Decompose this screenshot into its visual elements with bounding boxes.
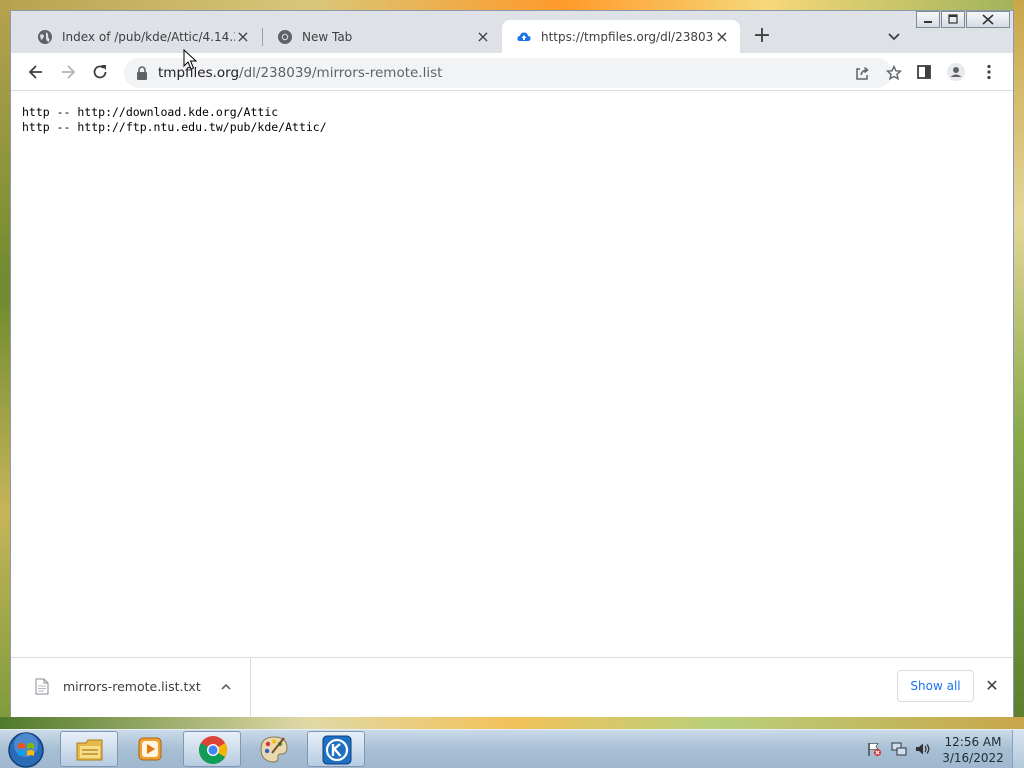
share-icon[interactable] [854, 65, 870, 81]
page-content: http -- http://download.kde.org/Attic ht… [11, 92, 1013, 658]
show-all-button[interactable]: Show all [897, 670, 974, 702]
window-controls [916, 11, 1011, 28]
taskbar-media-player-button[interactable] [121, 731, 179, 767]
chevron-down-icon[interactable] [885, 28, 903, 46]
desktop-wallpaper-right [1013, 0, 1024, 730]
network-icon[interactable] [891, 741, 907, 757]
browser-window: Index of /pub/kde/Attic/4.14.3/src × New… [10, 10, 1014, 717]
text-file-icon [35, 678, 49, 695]
download-shelf: mirrors-remote.list.txt Show all ✕ [11, 657, 1013, 717]
chrome-icon [199, 736, 227, 764]
url-text: tmpfiles.org/dl/238039/mirrors-remote.li… [158, 65, 442, 81]
clock-date: 3/16/2022 [942, 751, 1004, 765]
folder-icon [76, 739, 103, 761]
side-panel-icon[interactable] [914, 62, 934, 82]
globe-icon [38, 29, 52, 44]
desktop-wallpaper-left [0, 0, 10, 730]
volume-speaker-icon[interactable] [915, 741, 931, 757]
profile-avatar-icon[interactable] [946, 62, 966, 82]
tab-kde-index[interactable]: Index of /pub/kde/Attic/4.14.3/src × [23, 20, 261, 53]
url-path: /dl/238039/mirrors-remote.list [239, 65, 443, 81]
chrome-icon [278, 29, 292, 44]
windows-start-orb-icon[interactable] [6, 731, 46, 768]
flag-notification-icon[interactable] [866, 741, 882, 757]
close-icon[interactable]: ✕ [984, 678, 1000, 694]
back-arrow-icon[interactable] [26, 62, 46, 82]
media-player-icon [138, 737, 162, 761]
tab-title: https://tmpfiles.org/dl/238039/mirrors-r… [541, 29, 714, 44]
lock-icon[interactable] [136, 66, 148, 80]
taskbar-kde-button[interactable] [307, 731, 365, 767]
windows-taskbar: 12:56 AM 3/16/2022 [0, 729, 1024, 768]
text-line: http -- http://ftp.ntu.edu.tw/pub/kde/At… [22, 120, 327, 134]
taskbar-explorer-button[interactable] [60, 731, 118, 767]
tab-title: New Tab [302, 29, 353, 44]
kde-logo-icon [322, 735, 352, 765]
show-desktop-button[interactable] [1012, 730, 1024, 768]
chevron-up-icon[interactable] [219, 680, 233, 694]
new-tab-button[interactable]: + [751, 25, 773, 48]
menu-kebab-icon[interactable] [979, 62, 999, 82]
reload-icon[interactable] [90, 62, 110, 82]
paint-palette-icon [260, 736, 288, 763]
tab-new-tab[interactable]: New Tab × [263, 20, 501, 53]
close-icon[interactable]: × [714, 28, 730, 45]
taskbar-paint-button[interactable] [245, 731, 303, 767]
browser-toolbar: tmpfiles.org/dl/238039/mirrors-remote.li… [11, 53, 1013, 91]
plain-text-document: http -- http://download.kde.org/Attic ht… [22, 105, 327, 135]
close-icon[interactable]: × [475, 28, 491, 45]
system-clock[interactable]: 12:56 AM 3/16/2022 [940, 734, 1006, 766]
star-icon[interactable] [886, 65, 902, 81]
restore-button[interactable] [941, 11, 965, 28]
tab-title: Index of /pub/kde/Attic/4.14.3/src [62, 29, 235, 44]
close-icon[interactable]: × [235, 28, 251, 45]
desktop-wallpaper-bottom [0, 717, 1024, 729]
download-file-name: mirrors-remote.list.txt [63, 679, 201, 694]
close-window-button[interactable] [966, 11, 1010, 28]
clock-time: 12:56 AM [944, 735, 1002, 749]
taskbar-chrome-button[interactable] [183, 731, 241, 767]
mouse-pointer-icon [183, 49, 197, 70]
forward-arrow-icon[interactable] [58, 62, 78, 82]
download-item[interactable]: mirrors-remote.list.txt [11, 658, 251, 717]
address-bar[interactable]: tmpfiles.org/dl/238039/mirrors-remote.li… [124, 58, 902, 88]
text-line: http -- http://download.kde.org/Attic [22, 105, 279, 119]
cloud-upload-icon [517, 32, 531, 41]
url-host: tmpfiles.org [158, 65, 240, 81]
minimize-button[interactable] [916, 11, 940, 28]
